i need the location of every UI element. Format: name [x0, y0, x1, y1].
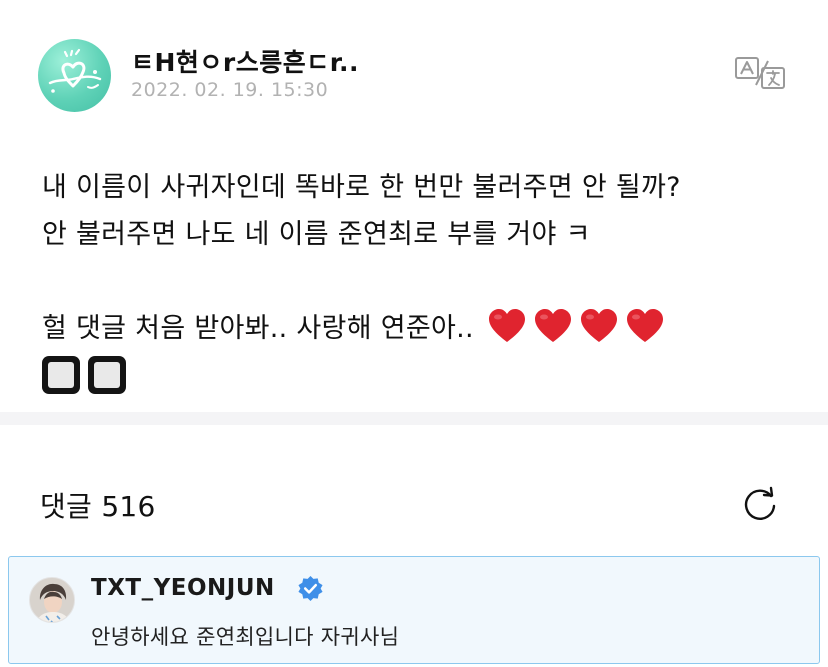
post-line-with-hearts: 헐 댓글 처음 받아봐.. 사랑해 연준아..	[42, 305, 802, 352]
comments-count-label: 댓글 516	[40, 490, 156, 523]
red-heart-icon	[626, 309, 663, 342]
hearts-group	[487, 308, 665, 344]
post-line: 안 불러주면 나도 네 이름 준연최로 부를 거야 ㅋ	[42, 219, 591, 250]
post-line: 헐 댓글 처음 받아봐.. 사랑해 연준아..	[42, 313, 474, 344]
red-heart-icon	[488, 309, 525, 342]
post-header: ㅌH현ㅇr스릉흔ㄷr.. 2022. 02. 19. 15:30	[0, 0, 828, 120]
post-date: 2022. 02. 19. 15:30	[131, 79, 329, 101]
refresh-button[interactable]	[740, 484, 780, 524]
missing-glyph-icon	[88, 356, 126, 394]
author-avatar[interactable]	[38, 39, 111, 112]
verified-badge-icon	[298, 575, 323, 602]
featured-comment[interactable]: TXT_YEONJUN 안녕하세요 준연최입니다 자귀사님	[8, 556, 820, 664]
avatar-doodle-icon	[48, 48, 102, 93]
section-divider	[0, 412, 828, 425]
missing-glyph-boxes	[42, 356, 802, 394]
commenter-photo-icon	[30, 578, 74, 622]
comment-text: 안녕하세요 준연최입니다 자귀사님	[91, 625, 400, 649]
author-name[interactable]: ㅌH현ㅇr스릉흔ㄷr..	[131, 43, 359, 79]
translate-icon	[735, 57, 785, 89]
translate-button[interactable]	[734, 55, 786, 91]
comments-header: 댓글 516	[0, 470, 828, 540]
post-line: 내 이름이 사귀자인데 똑바로 한 번만 불러주면 안 될까?	[42, 172, 681, 203]
red-heart-icon	[534, 309, 571, 342]
commenter-name[interactable]: TXT_YEONJUN	[91, 575, 275, 601]
commenter-avatar[interactable]	[29, 577, 75, 623]
red-heart-icon	[580, 309, 617, 342]
refresh-icon	[744, 486, 776, 520]
missing-glyph-icon	[42, 356, 80, 394]
post-body: 내 이름이 사귀자인데 똑바로 한 번만 불러주면 안 될까? 안 불러주면 나…	[42, 164, 802, 394]
